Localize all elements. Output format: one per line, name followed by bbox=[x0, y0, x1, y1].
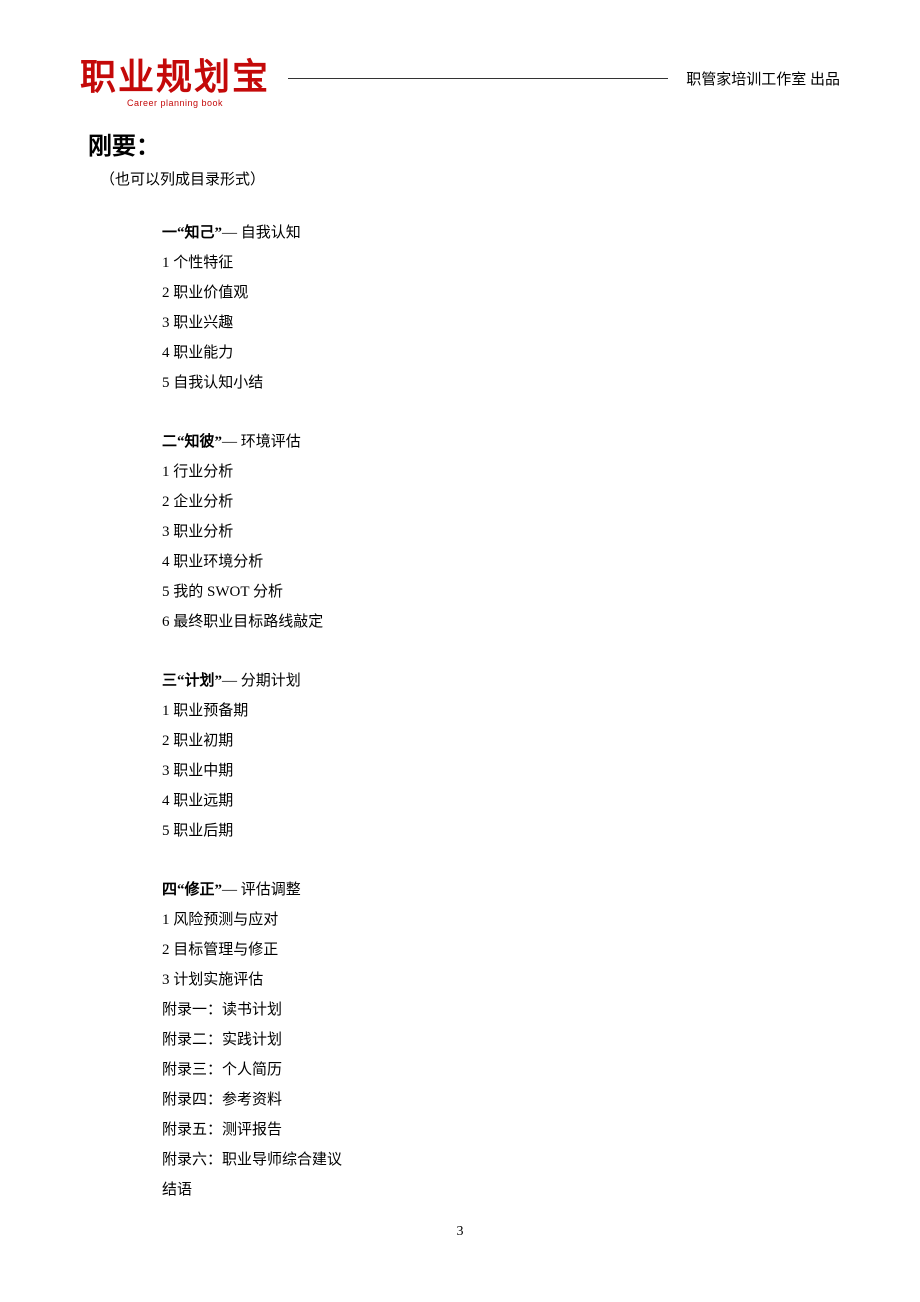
toc-section: 四“修正”— 评估调整 1 风险预测与应对 2 目标管理与修正 3 计划实施评估… bbox=[162, 875, 342, 1205]
toc-section-heading: 一“知己”— 自我认知 bbox=[162, 218, 342, 248]
toc-section: 一“知己”— 自我认知 1 个性特征 2 职业价值观 3 职业兴趣 4 职业能力… bbox=[162, 218, 342, 398]
toc-item: 5 职业后期 bbox=[162, 816, 342, 846]
logo-subtitle: Career planning book bbox=[127, 98, 223, 108]
page-title: 刚要： bbox=[88, 126, 160, 161]
toc-section: 三“计划”— 分期计划 1 职业预备期 2 职业初期 3 职业中期 4 职业远期… bbox=[162, 666, 342, 846]
toc-item: 1 行业分析 bbox=[162, 457, 342, 487]
page-number: 3 bbox=[0, 1224, 920, 1240]
toc-section-heading: 四“修正”— 评估调整 bbox=[162, 875, 342, 905]
toc-item: 2 职业价值观 bbox=[162, 278, 342, 308]
toc-item: 附录二：实践计划 bbox=[162, 1025, 342, 1055]
toc-heading-bold: 三“计划” bbox=[162, 673, 222, 689]
toc-heading-rest: — 自我认知 bbox=[222, 225, 301, 241]
logo: 职业规划宝 Career planning book bbox=[80, 48, 270, 108]
toc-item: 附录五：测评报告 bbox=[162, 1115, 342, 1145]
toc-item: 3 职业分析 bbox=[162, 517, 342, 547]
document-header: 职业规划宝 Career planning book 职管家培训工作室 出品 bbox=[80, 48, 840, 108]
toc-section-heading: 二“知彼”— 环境评估 bbox=[162, 427, 342, 457]
toc-heading-rest: — 分期计划 bbox=[222, 673, 301, 689]
page-subtitle: （也可以列成目录形式） bbox=[100, 168, 265, 189]
toc-item: 1 职业预备期 bbox=[162, 696, 342, 726]
toc-item: 4 职业能力 bbox=[162, 338, 342, 368]
logo-main: 职业规划宝 bbox=[80, 48, 270, 100]
toc-section: 二“知彼”— 环境评估 1 行业分析 2 企业分析 3 职业分析 4 职业环境分… bbox=[162, 427, 342, 637]
toc-item: 结语 bbox=[162, 1175, 342, 1205]
toc-heading-rest: — 环境评估 bbox=[222, 434, 301, 450]
toc-item: 附录一：读书计划 bbox=[162, 995, 342, 1025]
toc-item: 4 职业环境分析 bbox=[162, 547, 342, 577]
toc-item: 2 企业分析 bbox=[162, 487, 342, 517]
toc-heading-rest: — 评估调整 bbox=[222, 882, 301, 898]
toc-heading-bold: 一“知己” bbox=[162, 225, 222, 241]
toc-item: 1 风险预测与应对 bbox=[162, 905, 342, 935]
toc-item: 1 个性特征 bbox=[162, 248, 342, 278]
toc-item: 3 职业中期 bbox=[162, 756, 342, 786]
toc-item: 5 我的 SWOT 分析 bbox=[162, 577, 342, 607]
toc-heading-bold: 二“知彼” bbox=[162, 434, 222, 450]
toc-item: 附录三：个人简历 bbox=[162, 1055, 342, 1085]
table-of-contents: 一“知己”— 自我认知 1 个性特征 2 职业价值观 3 职业兴趣 4 职业能力… bbox=[162, 218, 342, 1234]
toc-item: 2 目标管理与修正 bbox=[162, 935, 342, 965]
toc-item: 5 自我认知小结 bbox=[162, 368, 342, 398]
toc-item: 附录六：职业导师综合建议 bbox=[162, 1145, 342, 1175]
header-divider bbox=[288, 78, 668, 79]
toc-item: 附录四：参考资料 bbox=[162, 1085, 342, 1115]
toc-item: 3 职业兴趣 bbox=[162, 308, 342, 338]
toc-item: 4 职业远期 bbox=[162, 786, 342, 816]
toc-item: 3 计划实施评估 bbox=[162, 965, 342, 995]
header-publisher: 职管家培训工作室 出品 bbox=[686, 68, 840, 89]
toc-item: 2 职业初期 bbox=[162, 726, 342, 756]
toc-item: 6 最终职业目标路线敲定 bbox=[162, 607, 342, 637]
toc-section-heading: 三“计划”— 分期计划 bbox=[162, 666, 342, 696]
toc-heading-bold: 四“修正” bbox=[162, 882, 222, 898]
